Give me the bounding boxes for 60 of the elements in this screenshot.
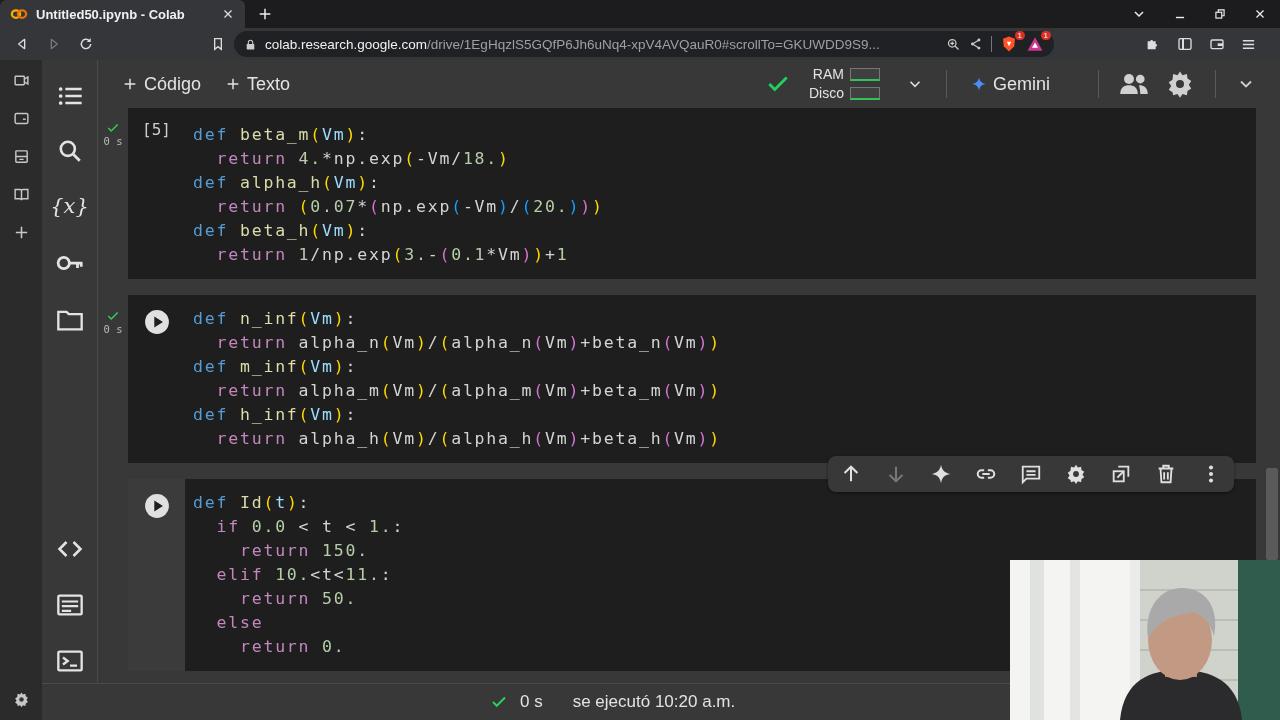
- card-icon[interactable]: [12, 110, 30, 127]
- code-line: def n_inf(Vm):: [193, 308, 359, 330]
- run-button-icon[interactable]: [143, 493, 170, 519]
- resources-button[interactable]: RAM Disco: [808, 65, 880, 103]
- add-text-button[interactable]: Texto: [223, 69, 293, 99]
- code-line: def beta_h(Vm):: [193, 220, 370, 242]
- code-line: def Id(t):: [193, 492, 312, 514]
- code-line: return 0.: [238, 636, 347, 658]
- notification-badge: 1: [1014, 31, 1025, 40]
- code-line: def h_inf(Vm):: [193, 404, 359, 426]
- run-time: 0 s: [103, 135, 123, 147]
- code-line: return alpha_h(Vm)/(alpha_h(Vm)+beta_h(Vm)): [215, 428, 722, 450]
- code-line: return alpha_n(Vm)/(alpha_n(Vm)+beta_n(Vm)): [215, 332, 722, 354]
- code-line: return 4.*np.exp(-Vm/18.): [215, 148, 511, 170]
- restore-icon[interactable]: [1213, 7, 1227, 21]
- archive-icon[interactable]: [12, 148, 30, 165]
- settings-icon[interactable]: [12, 691, 30, 708]
- code-line: def m_inf(Vm):: [193, 356, 359, 378]
- ram-meter: [850, 68, 880, 81]
- comment-icon[interactable]: [1020, 463, 1042, 485]
- wallet-icon[interactable]: [1209, 36, 1225, 52]
- address-field[interactable]: colab.research.google.com/drive/1EgHqzlS5GQfP6Jh6uNq4-xpV4AVQauR0#scrollTo=GKUWDD9S9... 1 1: [234, 31, 1054, 57]
- variables-button[interactable]: {x}: [50, 192, 89, 220]
- triangle-icon[interactable]: [1026, 35, 1044, 53]
- execution-count: [5]: [142, 120, 171, 141]
- code-line: def alpha_h(Vm):: [193, 172, 382, 194]
- code-line: return 150.: [238, 540, 370, 562]
- sparkle-icon: [971, 76, 987, 92]
- code-line: return alpha_m(Vm)/(alpha_m(Vm)+beta_m(Vm)): [215, 380, 722, 402]
- status-message: se ejecutó 10:20 a.m.: [572, 692, 736, 712]
- run-time: 0 s: [103, 323, 123, 335]
- code-line: else: [215, 612, 265, 634]
- shield-icon[interactable]: [1000, 35, 1018, 53]
- code-line: def beta_m(Vm):: [193, 124, 370, 146]
- browser-tab[interactable]: Untitled50.ipynb - Colab: [0, 0, 245, 28]
- add-code-button[interactable]: Código: [120, 69, 204, 99]
- disk-meter: [850, 87, 880, 100]
- gemini-button[interactable]: Gemini: [959, 69, 1062, 99]
- scrollbar-thumb[interactable]: [1266, 468, 1278, 560]
- lock-icon: [244, 37, 257, 51]
- code-cell[interactable]: def n_inf(Vm): return alpha_n(Vm)/(alpha_n(Vm)+beta_n(Vm)) def m_inf(Vm): return alpha_m(Vm)/(alpha_m(Vm)+beta_m(Vm)) def h_inf(Vm): return alpha_h(Vm)/(alpha_h(Vm)+beta_h(Vm)): [128, 295, 1256, 463]
- code-line: elif 10.<t<11.:: [215, 564, 394, 586]
- share-icon[interactable]: [969, 37, 983, 51]
- code-line: return 50.: [238, 588, 359, 610]
- book-icon[interactable]: [12, 186, 30, 203]
- code-cell[interactable]: [5] def beta_m(Vm): return 4.*np.exp(-Vm/18.) def alpha_h(Vm): return (0.07*(np.exp(-Vm)/(20.))) def beta_h(Vm): return 1/np.exp(3.-(0.1*Vm))+1: [128, 108, 1256, 279]
- new-tab-icon[interactable]: [257, 6, 273, 22]
- notification-badge: 1: [1040, 31, 1051, 40]
- side-panel-icon[interactable]: [1177, 36, 1193, 52]
- code-line: return (0.07*(np.exp(-Vm)/(20.))): [215, 196, 604, 218]
- run-button-icon[interactable]: [143, 309, 170, 335]
- zoom-icon[interactable]: [946, 36, 961, 52]
- code-line: if 0.0 < t < 1.:: [215, 516, 405, 538]
- plus-icon: [122, 76, 138, 92]
- run-time: 0 s: [520, 692, 543, 712]
- settings-icon[interactable]: [1065, 463, 1087, 485]
- url-text: colab.research.google.com/drive/1EgHqzlS5GQfP6Jh6uNq4-xpV4AVQauR0#scrollTo=GKUWDD9S9...: [265, 36, 881, 52]
- mirror-icon[interactable]: [1110, 463, 1132, 485]
- reload-icon[interactable]: [78, 36, 94, 52]
- code-line: return 1/np.exp(3.-(0.1*Vm))+1: [215, 244, 570, 266]
